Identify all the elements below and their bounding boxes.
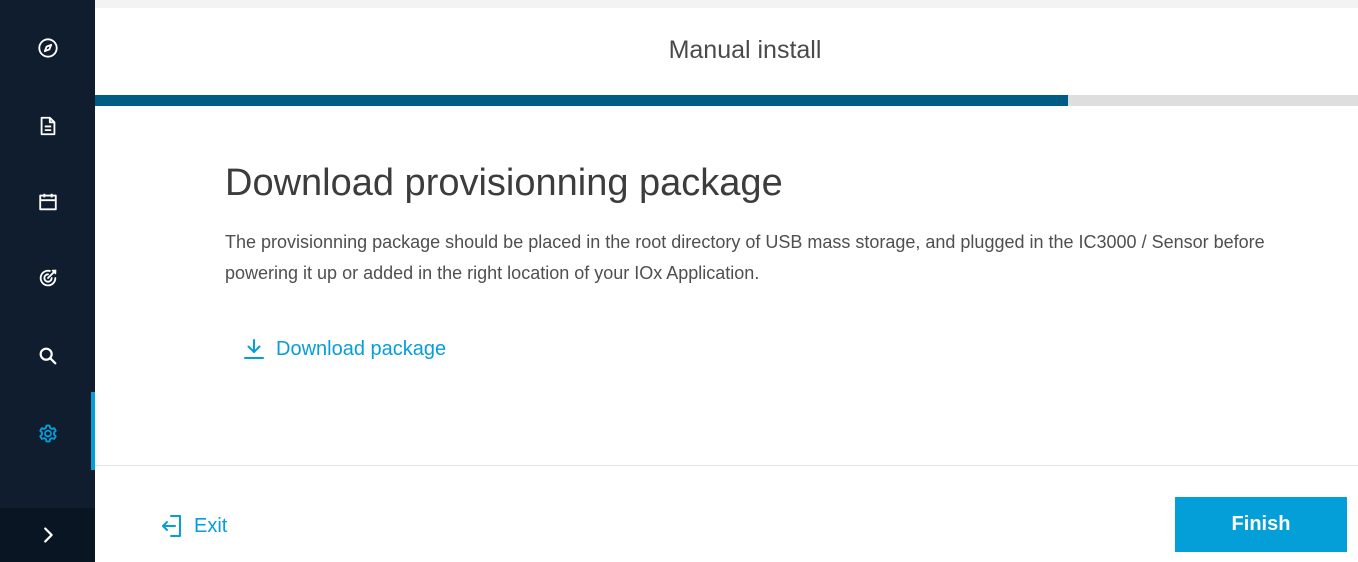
sidebar-item-search[interactable] [0, 330, 95, 382]
section-description: The provisionning package should be plac… [225, 232, 1265, 283]
progress-bar [95, 95, 1358, 106]
sidebar [0, 0, 95, 562]
document-icon [40, 116, 55, 136]
chevron-right-icon [43, 527, 53, 543]
section-heading: Download provisionning package [225, 162, 783, 204]
calendar-icon [38, 193, 57, 211]
footer-divider [95, 465, 1358, 466]
sidebar-expand-button[interactable] [0, 508, 95, 562]
top-strip [95, 0, 1358, 8]
finish-button[interactable]: Finish [1175, 497, 1347, 552]
sidebar-item-settings[interactable] [0, 392, 95, 470]
download-package-link[interactable]: Download package [242, 334, 446, 364]
progress-fill [95, 95, 1068, 106]
exit-icon [162, 515, 181, 537]
sidebar-item-dashboard[interactable] [0, 22, 95, 74]
sidebar-item-documents[interactable] [0, 100, 95, 152]
sidebar-item-calendar[interactable] [0, 176, 95, 228]
download-icon [244, 339, 264, 359]
download-package-label: Download package [276, 337, 447, 360]
page-title: Manual install [668, 36, 822, 64]
search-icon [39, 347, 56, 365]
target-icon [39, 269, 56, 287]
sidebar-item-target[interactable] [0, 252, 95, 304]
gear-icon [38, 424, 57, 443]
exit-label: Exit [194, 514, 228, 537]
compass-icon [37, 38, 58, 58]
exit-link[interactable]: Exit [160, 511, 227, 541]
